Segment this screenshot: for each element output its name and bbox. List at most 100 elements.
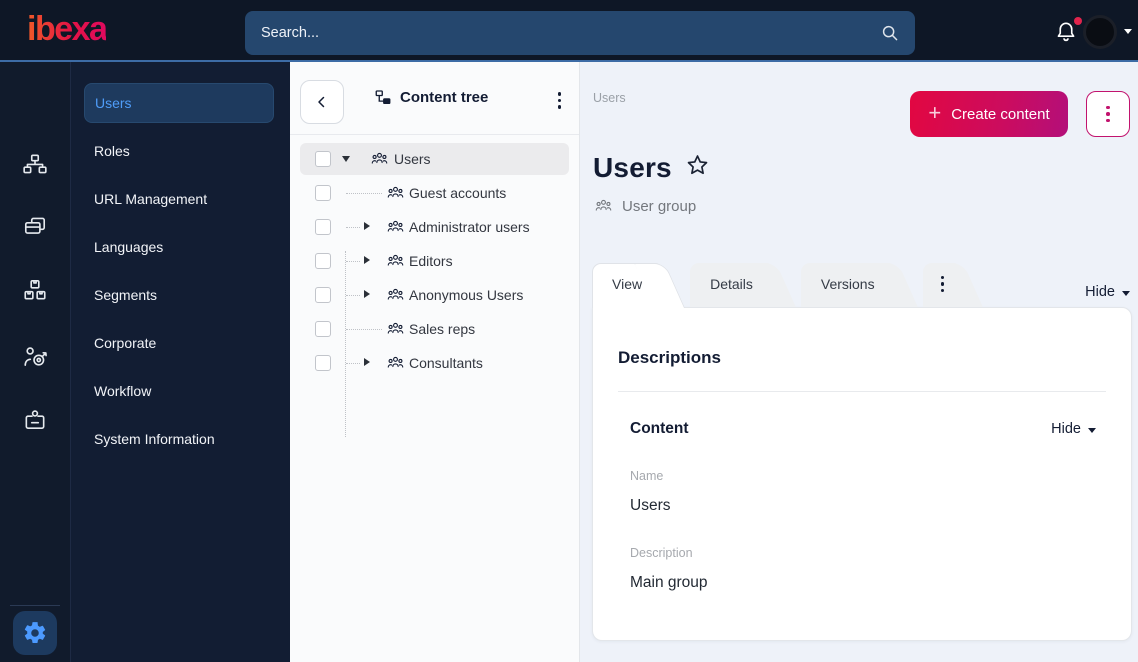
nav-personalization-button[interactable] (13, 335, 57, 379)
tree-row-highlight (300, 143, 569, 175)
tree-item-checkbox[interactable] (315, 151, 331, 167)
tree-item-checkbox[interactable] (315, 287, 331, 303)
tab-label: View (612, 276, 643, 292)
tree-item-label: Sales reps (409, 321, 476, 337)
tree-connector-line (346, 227, 360, 228)
user-group-icon (387, 356, 404, 368)
id-badge-icon (25, 410, 45, 429)
content-tree-title: Content tree (400, 88, 489, 106)
notification-dot (1074, 17, 1082, 25)
global-search[interactable] (245, 11, 915, 55)
tree-row-anonymous-users[interactable]: Anonymous Users (290, 279, 579, 313)
personalization-icon (24, 347, 47, 366)
tab-view[interactable]: View (592, 263, 676, 308)
tree-item-checkbox[interactable] (315, 219, 331, 235)
user-group-icon (387, 322, 404, 334)
tree-connector-line (346, 193, 382, 194)
hide-label: Hide (1051, 421, 1081, 437)
search-icon (882, 25, 898, 41)
sidebar-item-segments[interactable]: Segments (84, 275, 274, 315)
view-tab-card: Descriptions Content Hide Name Users Des… (592, 307, 1132, 641)
tree-connector-line (346, 295, 360, 296)
tree-row-sales-reps[interactable]: Sales reps (290, 313, 579, 347)
bookmark-star-icon[interactable] (684, 152, 711, 184)
tab-label: Details (710, 276, 753, 292)
main-content: Users + Create content Users User group … (580, 62, 1138, 662)
chevron-left-icon (318, 96, 325, 108)
pages-icon (24, 217, 46, 234)
field-label-description: Description (630, 546, 693, 560)
content-tree-panel: Content tree Users Guest accounts Admini… (290, 62, 580, 662)
caret-collapsed-icon[interactable] (364, 222, 370, 230)
tree-connector-line (346, 363, 360, 364)
tab-more[interactable] (922, 263, 975, 307)
tree-item-checkbox[interactable] (315, 185, 331, 201)
caret-collapsed-icon[interactable] (364, 290, 370, 298)
sidebar-item-corporate[interactable]: Corporate (84, 323, 274, 363)
sidebar-item-label: Workflow (94, 383, 152, 399)
notifications-button[interactable] (1053, 17, 1082, 47)
tree-item-checkbox[interactable] (315, 253, 331, 269)
tab-details[interactable]: Details (690, 263, 787, 307)
tree-item-checkbox[interactable] (315, 355, 331, 371)
sitemap-icon (23, 154, 47, 174)
caret-down-icon (1088, 427, 1096, 433)
hide-label: Hide (1085, 284, 1115, 300)
user-group-icon (387, 288, 404, 300)
tab-versions[interactable]: Versions (800, 263, 909, 307)
nav-modules-button[interactable] (13, 268, 57, 312)
user-group-icon (387, 254, 404, 266)
collapse-tree-button[interactable] (300, 80, 344, 124)
tree-connector-line (346, 261, 360, 262)
rail-divider (10, 605, 60, 606)
user-group-icon (595, 199, 612, 211)
user-group-icon (371, 152, 388, 164)
tree-item-label: Administrator users (409, 219, 530, 235)
tree-item-label: Editors (409, 253, 453, 269)
user-group-icon (387, 186, 404, 198)
tree-row-guest-accounts[interactable]: Guest accounts (290, 177, 579, 211)
caret-expanded-icon[interactable] (342, 156, 350, 162)
tree-row-consultants[interactable]: Consultants (290, 347, 579, 381)
page-title: Users (593, 152, 672, 183)
main-nav-rail (0, 62, 70, 662)
nav-sitemap-button[interactable] (13, 143, 57, 187)
tree-item-label: Consultants (409, 355, 483, 371)
nav-admin-button[interactable] (13, 398, 57, 442)
tree-row-users[interactable]: Users (290, 143, 579, 177)
sidebar-item-users[interactable]: Users (84, 83, 274, 123)
breadcrumb[interactable]: Users (593, 91, 626, 105)
sidebar-item-languages[interactable]: Languages (84, 227, 274, 267)
kebab-icon (1106, 105, 1110, 123)
tree-item-label: Guest accounts (409, 185, 507, 201)
hide-content-toggle[interactable]: Hide (1051, 421, 1096, 437)
create-content-label: Create content (951, 105, 1050, 123)
sidebar-item-url-management[interactable]: URL Management (84, 179, 274, 219)
modules-icon (24, 279, 46, 300)
user-avatar[interactable] (1083, 15, 1117, 49)
plus-icon: + (928, 100, 942, 125)
tree-row-editors[interactable]: Editors (290, 245, 579, 279)
sidebar-item-label: URL Management (94, 191, 208, 207)
avatar-caret-down-icon[interactable] (1124, 29, 1132, 34)
nav-settings-button[interactable] (13, 611, 57, 655)
tree-item-label: Users (394, 151, 431, 167)
field-label-name: Name (630, 469, 664, 483)
topbar: ibexa (0, 0, 1138, 62)
tree-options-button[interactable] (557, 92, 561, 109)
search-input[interactable] (245, 25, 879, 41)
user-group-icon (387, 220, 404, 232)
sidebar-item-roles[interactable]: Roles (84, 131, 274, 171)
page-options-button[interactable] (1086, 91, 1130, 137)
create-content-button[interactable]: + Create content (910, 91, 1068, 137)
tree-row-administrator-users[interactable]: Administrator users (290, 211, 579, 245)
nav-pages-button[interactable] (13, 204, 57, 248)
tree-item-checkbox[interactable] (315, 321, 331, 337)
sidebar-item-workflow[interactable]: Workflow (84, 371, 274, 411)
content-tree-icon (375, 90, 391, 105)
hide-all-toggle[interactable]: Hide (1085, 284, 1130, 300)
sidebar-item-system-information[interactable]: System Information (84, 419, 274, 459)
sidebar-menu: Users Roles URL Management Languages Seg… (70, 62, 290, 662)
caret-collapsed-icon[interactable] (364, 358, 370, 366)
caret-collapsed-icon[interactable] (364, 256, 370, 264)
